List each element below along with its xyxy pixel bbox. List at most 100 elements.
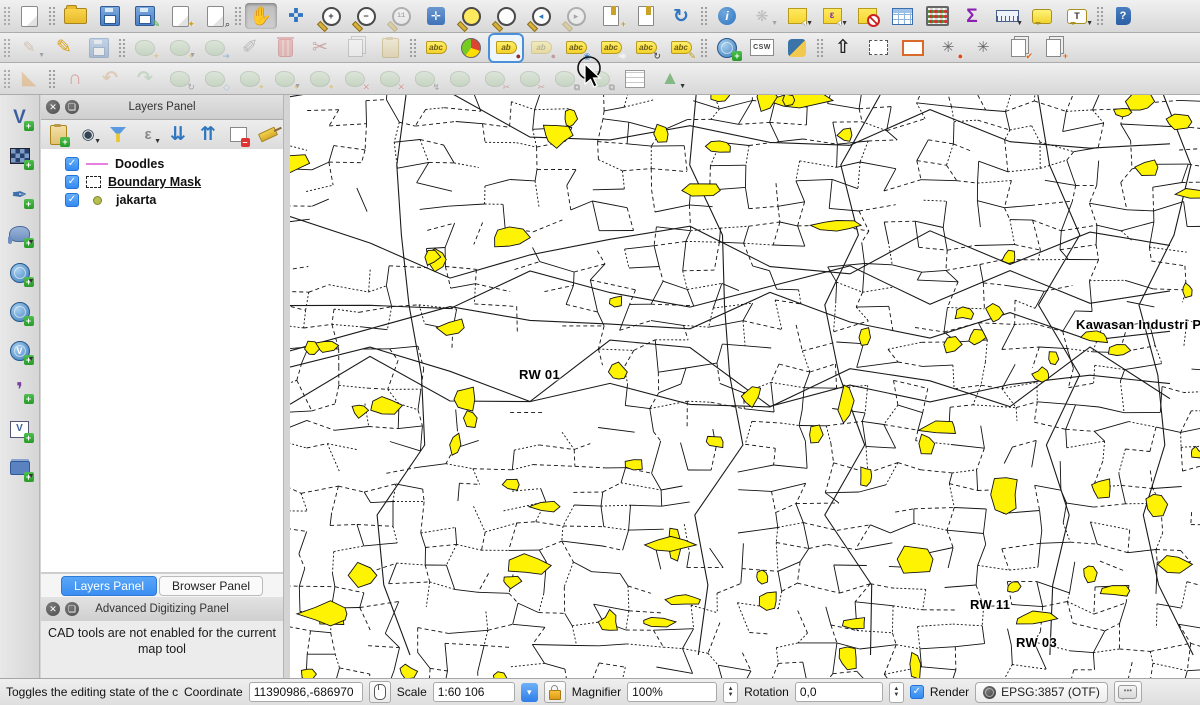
add-vector-layer-icon[interactable]: V+ bbox=[5, 103, 35, 131]
extents-toggle-button[interactable] bbox=[369, 681, 391, 703]
highlight-pinned-labels-icon: ab● bbox=[525, 35, 557, 61]
text-annotation-icon[interactable]: T▼ bbox=[1061, 3, 1093, 29]
map-canvas[interactable]: RW 01RW 11RW 03Kawasan Industri Pe bbox=[290, 95, 1200, 678]
filter-by-expression-icon[interactable]: ε▼ bbox=[135, 123, 161, 147]
rotation-stepper[interactable]: ▲▼ bbox=[889, 682, 904, 703]
metasearch-csw-icon[interactable]: CSW bbox=[746, 35, 778, 61]
change-label-icon[interactable]: abc✎ bbox=[665, 35, 697, 61]
zoom-to-selection-icon[interactable] bbox=[455, 3, 487, 29]
coordinate-input[interactable] bbox=[249, 682, 363, 702]
magnifier-stepper[interactable]: ▲▼ bbox=[723, 682, 738, 703]
move-label-icon[interactable]: abc➔ bbox=[595, 35, 627, 61]
geometry-checker-icon[interactable] bbox=[619, 66, 651, 92]
layer-name[interactable]: Boundary Mask bbox=[108, 175, 201, 189]
layer-visibility-checkbox[interactable] bbox=[65, 193, 79, 207]
cad-construction-dropdown-icon[interactable]: ▲▼ bbox=[654, 66, 686, 92]
rotate-label-icon[interactable]: abc↻ bbox=[630, 35, 662, 61]
show-hide-labels-icon[interactable]: abc◉ bbox=[560, 35, 592, 61]
map-tips-icon[interactable] bbox=[1026, 3, 1058, 29]
zoom-in-icon[interactable]: + bbox=[315, 3, 347, 29]
add-raster-layer-icon[interactable]: + bbox=[5, 142, 35, 170]
select-print-extent-icon[interactable] bbox=[862, 35, 894, 61]
add-group-icon[interactable]: + bbox=[45, 123, 71, 147]
float-panel-icon[interactable]: ❏ bbox=[65, 602, 79, 616]
arrow-annotation-icon[interactable]: ⇧ bbox=[827, 35, 859, 61]
style-wand-icon[interactable]: ✳ bbox=[967, 35, 999, 61]
add-virtual-layer-icon[interactable]: +▼ bbox=[5, 454, 35, 482]
scale-dropdown-icon[interactable]: ▾ bbox=[521, 683, 538, 702]
clear-style-icon[interactable] bbox=[255, 123, 281, 147]
duplicate-layers-add-icon[interactable]: + bbox=[1037, 35, 1069, 61]
show-sum-icon[interactable]: Σ bbox=[956, 3, 988, 29]
select-features-icon[interactable]: ▼ bbox=[781, 3, 813, 29]
add-spatialite-layer-icon[interactable]: +▼ bbox=[5, 259, 35, 287]
new-shapefile-layer-icon[interactable]: V+ bbox=[5, 415, 35, 443]
zoom-to-layer-icon[interactable] bbox=[490, 3, 522, 29]
add-postgis-layer-icon[interactable]: +▼ bbox=[5, 220, 35, 248]
open-attribute-table-icon[interactable] bbox=[886, 3, 918, 29]
layer-name[interactable]: jakarta bbox=[116, 193, 156, 207]
toggle-editing-icon[interactable]: ✎ bbox=[48, 35, 80, 61]
python-console-icon[interactable] bbox=[781, 35, 813, 61]
save-project-icon[interactable] bbox=[94, 3, 126, 29]
pin-labels-icon[interactable]: ab● bbox=[490, 35, 522, 61]
layer-list[interactable]: Doodles Boundary Mask jakarta bbox=[41, 149, 283, 573]
composer-manager-icon[interactable]: ⌕ bbox=[199, 3, 231, 29]
expand-all-icon[interactable]: ⇊ bbox=[165, 123, 191, 147]
identify-features-icon[interactable]: i bbox=[711, 3, 743, 29]
layer-row[interactable]: Boundary Mask bbox=[41, 173, 283, 191]
manage-layer-visibility-icon[interactable]: ◉▼ bbox=[75, 123, 101, 147]
crs-status-button[interactable]: EPSG:3857 (OTF) bbox=[975, 682, 1108, 703]
render-checkbox[interactable] bbox=[910, 685, 924, 699]
duplicate-layers-check-icon[interactable]: ✔ bbox=[1002, 35, 1034, 61]
zoom-out-icon[interactable]: − bbox=[350, 3, 382, 29]
style-wand-overwrite-icon[interactable]: ✳● bbox=[932, 35, 964, 61]
measure-icon[interactable]: ▼ bbox=[991, 3, 1023, 29]
tab-layers-panel[interactable]: Layers Panel bbox=[61, 576, 157, 596]
manage-plugins-web-icon[interactable]: + bbox=[711, 35, 743, 61]
new-print-composer-icon[interactable]: ✦ bbox=[164, 3, 196, 29]
layer-diagram-options-icon[interactable] bbox=[455, 35, 487, 61]
refresh-map-icon[interactable]: ↻ bbox=[665, 3, 697, 29]
zoom-last-icon[interactable]: ◂ bbox=[525, 3, 557, 29]
toolbar-drag-handle[interactable] bbox=[3, 69, 10, 89]
pan-map-icon[interactable]: ✋ bbox=[245, 3, 277, 29]
scale-combo[interactable]: 1:60 106 bbox=[433, 682, 515, 702]
toolbar-drag-handle[interactable] bbox=[3, 6, 10, 26]
collapse-all-icon[interactable]: ⇈ bbox=[195, 123, 221, 147]
add-delimited-text-layer-icon[interactable]: ❜+ bbox=[5, 376, 35, 404]
zoom-full-icon[interactable]: ✛ bbox=[420, 3, 452, 29]
split-features-icon: ✂ bbox=[479, 66, 511, 92]
close-panel-icon[interactable]: ✕ bbox=[46, 602, 60, 616]
new-geopackage-layer-icon[interactable]: ✒+ bbox=[5, 181, 35, 209]
messages-button[interactable]: ••• bbox=[1114, 681, 1142, 703]
add-wfs-layer-icon[interactable]: V+▼ bbox=[5, 337, 35, 365]
close-panel-icon[interactable]: ✕ bbox=[46, 100, 60, 114]
select-by-expression-icon[interactable]: ε▼ bbox=[816, 3, 848, 29]
show-bookmarks-icon[interactable] bbox=[630, 3, 662, 29]
toolbar-drag-handle[interactable] bbox=[3, 38, 10, 58]
rotation-input[interactable]: 0,0 bbox=[795, 682, 883, 702]
remove-layer-icon[interactable] bbox=[225, 123, 251, 147]
layer-row[interactable]: jakarta bbox=[41, 191, 283, 209]
layer-name[interactable]: Doodles bbox=[115, 157, 164, 171]
layer-labeling-options-icon[interactable]: abc bbox=[420, 35, 452, 61]
add-wms-layer-icon[interactable]: + bbox=[5, 298, 35, 326]
layer-row[interactable]: Doodles bbox=[41, 155, 283, 173]
canvas-extent-frame-icon[interactable] bbox=[897, 35, 929, 61]
deselect-features-icon[interactable] bbox=[851, 3, 883, 29]
pan-to-selection-icon[interactable]: ✜ bbox=[280, 3, 312, 29]
layer-visibility-checkbox[interactable] bbox=[65, 157, 79, 171]
new-bookmark-icon[interactable]: + bbox=[595, 3, 627, 29]
tab-browser-panel[interactable]: Browser Panel bbox=[159, 576, 263, 596]
open-project-icon[interactable] bbox=[59, 3, 91, 29]
magnifier-input[interactable]: 100% bbox=[627, 682, 717, 702]
show-statistics-icon[interactable] bbox=[921, 3, 953, 29]
filter-legend-icon[interactable] bbox=[105, 123, 131, 147]
help-contents-icon[interactable]: ? bbox=[1107, 3, 1139, 29]
new-project-icon[interactable] bbox=[13, 3, 45, 29]
scale-lock-button[interactable] bbox=[544, 681, 566, 703]
save-project-as-icon[interactable]: ✎ bbox=[129, 3, 161, 29]
float-panel-icon[interactable]: ❏ bbox=[65, 100, 79, 114]
layer-visibility-checkbox[interactable] bbox=[65, 175, 79, 189]
